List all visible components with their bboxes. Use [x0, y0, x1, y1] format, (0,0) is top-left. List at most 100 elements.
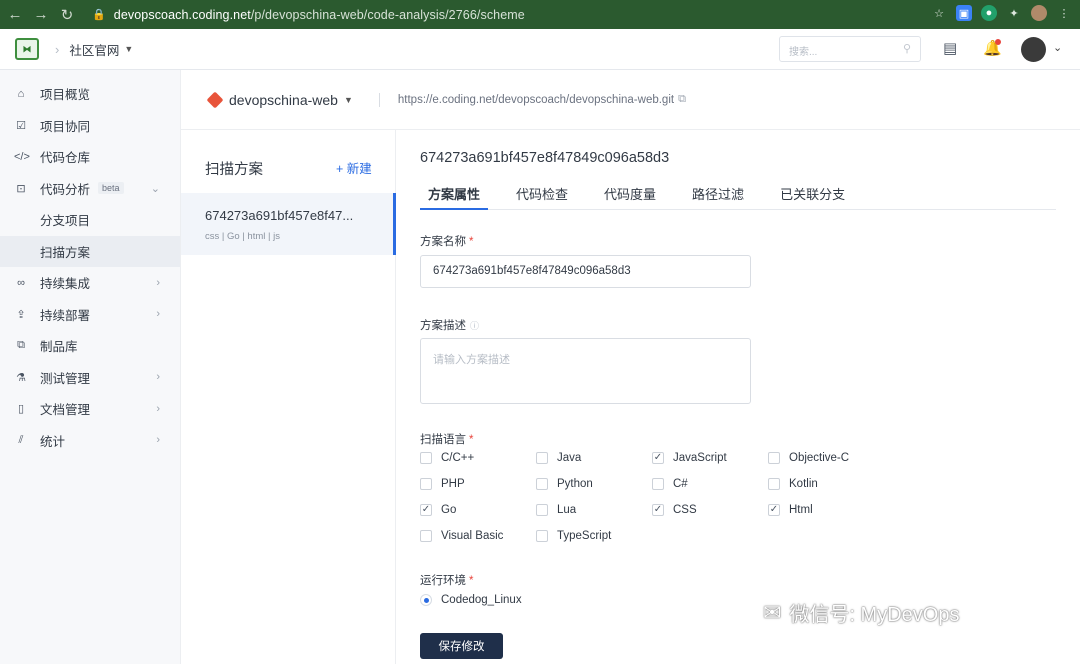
avatar[interactable] — [1021, 37, 1046, 62]
profile-avatar-icon[interactable] — [1031, 5, 1047, 21]
language-label: C/C++ — [441, 452, 475, 464]
sidebar-item-overview[interactable]: ⌂ 项目概览 — [0, 78, 180, 110]
org-switcher[interactable]: 社区官网 — [69, 40, 119, 59]
language-checkbox[interactable]: Lua — [536, 504, 576, 516]
chevron-right-icon[interactable]: › — [156, 403, 160, 415]
scheme-list-panel: 扫描方案 + 新建 674273a691bf457e8f47... css | … — [181, 130, 396, 664]
language-label: PHP — [441, 478, 465, 490]
chevron-right-icon[interactable]: › — [156, 277, 160, 289]
language-checkbox[interactable]: ✓ JavaScript — [652, 452, 727, 464]
sidebar-item-code-analysis[interactable]: ⊡ 代码分析 beta ⌄ — [0, 173, 180, 205]
language-checkbox[interactable]: ✓ CSS — [652, 504, 697, 516]
language-checkbox[interactable]: TypeScript — [536, 530, 611, 542]
env-radio-linux[interactable]: Codedog_Linux — [420, 594, 522, 606]
sidebar-item-branch-projects[interactable]: 分支项目 — [0, 204, 180, 236]
sidebar-item-scan-schemes[interactable]: 扫描方案 — [0, 235, 180, 267]
language-checkbox[interactable]: ✓ Html — [768, 504, 813, 516]
wechat-icon: ✉ — [763, 599, 782, 625]
chevron-right-icon[interactable]: › — [156, 371, 160, 383]
new-scheme-button[interactable]: + 新建 — [336, 158, 372, 177]
address-bar[interactable]: 🔒 devopscoach.coding.net /p/devopschina-… — [92, 8, 525, 22]
puzzle-icon[interactable]: ✦ — [1006, 5, 1022, 21]
label-text: 方案描述 — [420, 320, 466, 332]
language-label: JavaScript — [673, 452, 727, 464]
repo-url: https://e.coding.net/devopscoach/devopsc… — [397, 93, 675, 106]
language-label: C# — [673, 478, 688, 490]
language-checkbox[interactable]: Python — [536, 478, 593, 490]
tab-properties[interactable]: 方案属性 — [420, 178, 489, 210]
language-label: Python — [557, 478, 593, 490]
check-icon: ✓ — [652, 504, 664, 516]
language-checkbox[interactable]: C# — [652, 478, 688, 490]
sidebar-item-cd[interactable]: ⇪ 持续部署 › — [0, 299, 180, 331]
checkbox-empty-icon — [652, 478, 664, 490]
extension-icon[interactable]: ● — [981, 5, 997, 21]
workspace-icon[interactable]: ▤ — [943, 39, 957, 57]
sidebar: ⌂ 项目概览 ☑ 项目协同 </> 代码仓库 ⊡ 代码分析 beta ⌄ 分支项… — [0, 70, 181, 664]
language-label: Html — [789, 504, 813, 516]
sidebar-item-testing[interactable]: ⚗ 测试管理 › — [0, 362, 180, 394]
bookmark-star-icon[interactable]: ☆ — [931, 5, 947, 21]
tab-code-check[interactable]: 代码检查 — [508, 178, 576, 210]
coding-logo[interactable]: ⧓ — [15, 38, 39, 60]
chevron-down-icon[interactable]: ⌄ — [151, 182, 160, 195]
tab-linked-branches[interactable]: 已关联分支 — [772, 178, 853, 210]
caret-down-icon[interactable]: ▼ — [344, 95, 353, 105]
checkbox-empty-icon — [536, 478, 548, 490]
scheme-detail: 674273a691bf457e8f47849c096a58d3 方案属性 代码… — [396, 130, 1080, 664]
repo-selector[interactable]: devopschina-web — [229, 92, 338, 108]
language-label: TypeScript — [557, 530, 612, 542]
language-checkbox[interactable]: PHP — [420, 478, 465, 490]
radio-selected-icon — [420, 594, 432, 606]
list-item[interactable]: 674273a691bf457e8f47... css | Go | html … — [181, 193, 396, 255]
lang-field-label: 扫描语言 * — [420, 431, 473, 447]
tab-path-filter[interactable]: 路径过滤 — [684, 178, 752, 210]
language-label: CSS — [673, 504, 697, 516]
env-field-label: 运行环境 * — [420, 572, 473, 588]
language-checkbox[interactable]: Objective-C — [768, 452, 849, 464]
flask-icon: ⚗ — [16, 371, 26, 384]
sidebar-item-repository[interactable]: </> 代码仓库 — [0, 141, 180, 173]
sidebar-item-collaboration[interactable]: ☑ 项目协同 — [0, 110, 180, 142]
label-text: 扫描语言 — [420, 434, 466, 446]
language-checkbox[interactable]: Visual Basic — [420, 530, 503, 542]
scheme-name-input[interactable]: 674273a691bf457e8f47849c096a58d3 — [420, 255, 751, 288]
chevron-right-icon[interactable]: › — [156, 308, 160, 320]
watermark-text: 微信号: MyDevOps — [789, 604, 960, 626]
sidebar-item-label: 项目概览 — [40, 88, 91, 103]
copy-icon[interactable]: ⧉ — [678, 93, 686, 106]
forward-icon[interactable]: → — [30, 6, 52, 23]
package-icon: ⧉ — [17, 339, 25, 352]
scheme-description-textarea[interactable]: 请输入方案描述 — [420, 338, 751, 404]
sidebar-item-label: 制品库 — [40, 340, 78, 355]
chevron-right-icon[interactable]: › — [156, 434, 160, 446]
info-icon[interactable]: ⓘ — [470, 321, 479, 331]
sidebar-item-label: 持续集成 — [40, 277, 91, 292]
reload-icon[interactable]: ↻ — [56, 6, 78, 24]
tab-code-metrics[interactable]: 代码度量 — [596, 178, 664, 210]
sidebar-item-ci[interactable]: ∞ 持续集成 › — [0, 267, 180, 299]
check-icon: ✓ — [652, 452, 664, 464]
chevron-down-icon[interactable]: ⌄ — [1053, 41, 1062, 54]
sidebar-item-label: 分支项目 — [40, 214, 91, 229]
sidebar-item-label: 扫描方案 — [40, 245, 91, 260]
sidebar-item-docs[interactable]: ▯ 文档管理 › — [0, 393, 180, 425]
language-label: Java — [557, 452, 582, 464]
kebab-menu-icon[interactable]: ⋮ — [1056, 5, 1072, 21]
search-input[interactable]: 搜索... ⚲ — [779, 36, 921, 62]
sidebar-item-label: 测试管理 — [40, 371, 91, 386]
back-icon[interactable]: ← — [4, 6, 26, 23]
checkbox-empty-icon — [420, 530, 432, 542]
language-checkbox[interactable]: Java — [536, 452, 581, 464]
caret-down-icon[interactable]: ▼ — [124, 44, 133, 54]
check-icon: ✓ — [768, 504, 780, 516]
language-checkbox[interactable]: C/C++ — [420, 452, 474, 464]
language-checkbox[interactable]: ✓ Go — [420, 504, 456, 516]
checkbox-empty-icon — [768, 452, 780, 464]
sidebar-item-artifacts[interactable]: ⧉ 制品库 — [0, 330, 180, 362]
language-checkbox[interactable]: Kotlin — [768, 478, 818, 490]
search-icon: ⚲ — [902, 43, 911, 55]
save-button[interactable]: 保存修改 — [420, 633, 503, 659]
extension-icon[interactable]: ▣ — [956, 5, 972, 21]
sidebar-item-stats[interactable]: ⫽ 统计 › — [0, 425, 180, 457]
